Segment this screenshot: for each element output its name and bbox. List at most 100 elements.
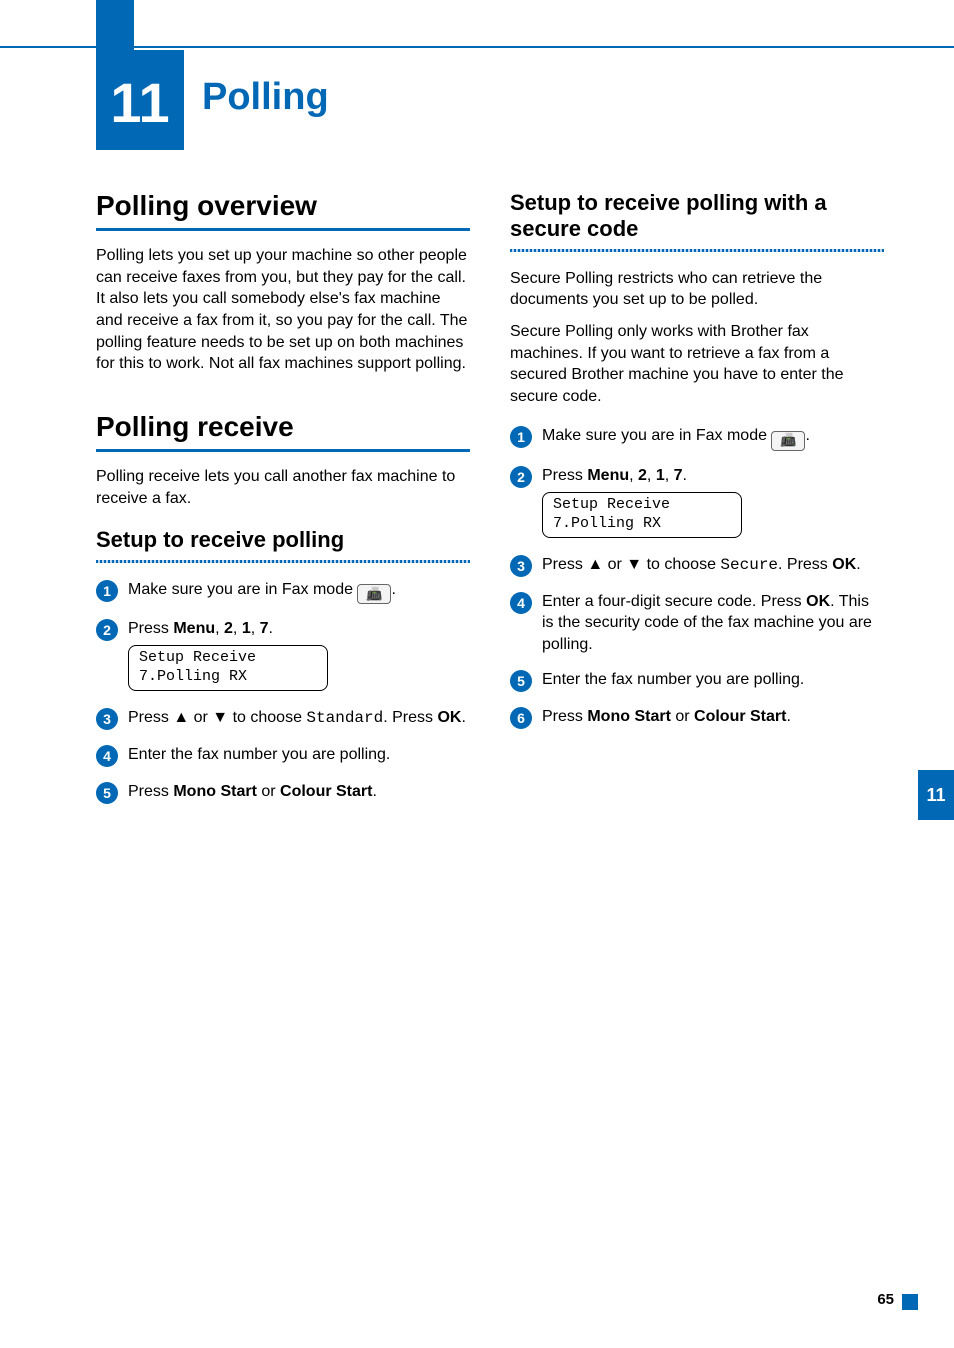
text: Make sure you are in Fax mode [128,581,357,598]
step-number-5: 5 [96,782,118,804]
text: Press [542,708,587,725]
page-number-accent [902,1294,918,1310]
key-ok: OK [832,556,856,573]
step-number-3: 3 [96,708,118,730]
key-menu: Menu [173,620,215,637]
polling-overview-text: Polling lets you set up your machine so … [96,245,470,375]
fax-mode-icon: 📠 [357,584,391,604]
text: Make sure you are in Fax mode [542,427,771,444]
lcd-display: Setup Receive 7.Polling RX [128,645,328,691]
step-number-3: 3 [510,555,532,577]
text: . [683,467,687,484]
step-number-5: 5 [510,670,532,692]
key-mono-start: Mono Start [587,708,671,725]
text: , [665,467,674,484]
step-body: Enter the fax number you are polling. [128,744,470,766]
text: Enter a four-digit secure code. Press [542,593,806,610]
text: . [856,556,860,573]
step-row: 2 Press Menu, 2, 1, 7. Setup Receive 7.P… [96,618,470,693]
key-ok: OK [806,593,830,610]
top-bar [0,0,954,50]
text: Press ▲ or ▼ to choose [542,556,720,573]
step-row: 5 Enter the fax number you are polling. [510,669,884,692]
step-body: Press ▲ or ▼ to choose Secure. Press OK. [542,554,884,577]
step-body: Make sure you are in Fax mode 📠. [542,425,884,450]
side-chapter-tab: 11 [918,770,954,820]
secure-polling-text-2: Secure Polling only works with Brother f… [510,321,884,407]
step-row: 4 Enter the fax number you are polling. [96,744,470,767]
text: or [671,708,694,725]
text: Press ▲ or ▼ to choose [128,709,306,726]
lcd-value-secure: Secure [720,556,778,574]
text: . [805,427,809,444]
step-number-1: 1 [510,426,532,448]
key-1: 1 [656,467,665,484]
step-number-2: 2 [96,619,118,641]
key-2: 2 [224,620,233,637]
text: . [391,581,395,598]
step-row: 6 Press Mono Start or Colour Start. [510,706,884,729]
left-column: Polling overview Polling lets you set up… [96,190,470,818]
subsection-setup-secure-code: Setup to receive polling with a secure c… [510,190,884,243]
step-row: 4 Enter a four-digit secure code. Press … [510,591,884,656]
key-7: 7 [674,467,683,484]
text: Press [128,783,173,800]
rule [96,560,470,563]
rule [96,449,470,452]
text: , [233,620,242,637]
step-row: 3 Press ▲ or ▼ to choose Secure. Press O… [510,554,884,577]
lcd-value-standard: Standard [306,709,383,727]
step-number-1: 1 [96,580,118,602]
content-columns: Polling overview Polling lets you set up… [96,190,884,818]
text: . Press [778,556,832,573]
step-body: Press ▲ or ▼ to choose Standard. Press O… [128,707,470,730]
lcd-display: Setup Receive 7.Polling RX [542,492,742,538]
text: , [215,620,224,637]
step-number-4: 4 [96,745,118,767]
section-polling-overview: Polling overview [96,190,470,222]
step-row: 2 Press Menu, 2, 1, 7. Setup Receive 7.P… [510,465,884,540]
text: , [647,467,656,484]
rule [510,249,884,252]
fax-mode-icon: 📠 [771,431,805,451]
chapter-title: Polling [184,50,329,150]
key-colour-start: Colour Start [694,708,786,725]
key-colour-start: Colour Start [280,783,372,800]
text: , [629,467,638,484]
polling-receive-text: Polling receive lets you call another fa… [96,466,470,509]
step-body: Press Menu, 2, 1, 7. Setup Receive 7.Pol… [542,465,884,540]
step-row: 1 Make sure you are in Fax mode 📠. [96,579,470,604]
step-row: 3 Press ▲ or ▼ to choose Standard. Press… [96,707,470,730]
step-row: 5 Press Mono Start or Colour Start. [96,781,470,804]
step-number-6: 6 [510,707,532,729]
text: . [786,708,790,725]
key-7: 7 [260,620,269,637]
chapter-number: 11 [96,50,184,150]
step-number-2: 2 [510,466,532,488]
step-body: Press Menu, 2, 1, 7. Setup Receive 7.Pol… [128,618,470,693]
text: . [372,783,376,800]
section-polling-receive: Polling receive [96,411,470,443]
key-ok: OK [437,709,461,726]
secure-polling-text-1: Secure Polling restricts who can retriev… [510,268,884,311]
text: Press [542,467,587,484]
chapter-header: 11 Polling [96,50,329,150]
step-body: Press Mono Start or Colour Start. [128,781,470,803]
text: . Press [383,709,437,726]
subsection-setup-receive-polling: Setup to receive polling [96,527,470,553]
step-body: Enter a four-digit secure code. Press OK… [542,591,884,656]
step-number-4: 4 [510,592,532,614]
key-1: 1 [242,620,251,637]
step-body: Enter the fax number you are polling. [542,669,884,691]
text: , [251,620,260,637]
step-body: Make sure you are in Fax mode 📠. [128,579,470,604]
rule [96,228,470,231]
key-mono-start: Mono Start [173,783,257,800]
text: . [269,620,273,637]
step-row: 1 Make sure you are in Fax mode 📠. [510,425,884,450]
top-bar-accent [96,0,134,50]
text: or [257,783,280,800]
step-body: Press Mono Start or Colour Start. [542,706,884,728]
text: . [461,709,465,726]
key-2: 2 [638,467,647,484]
